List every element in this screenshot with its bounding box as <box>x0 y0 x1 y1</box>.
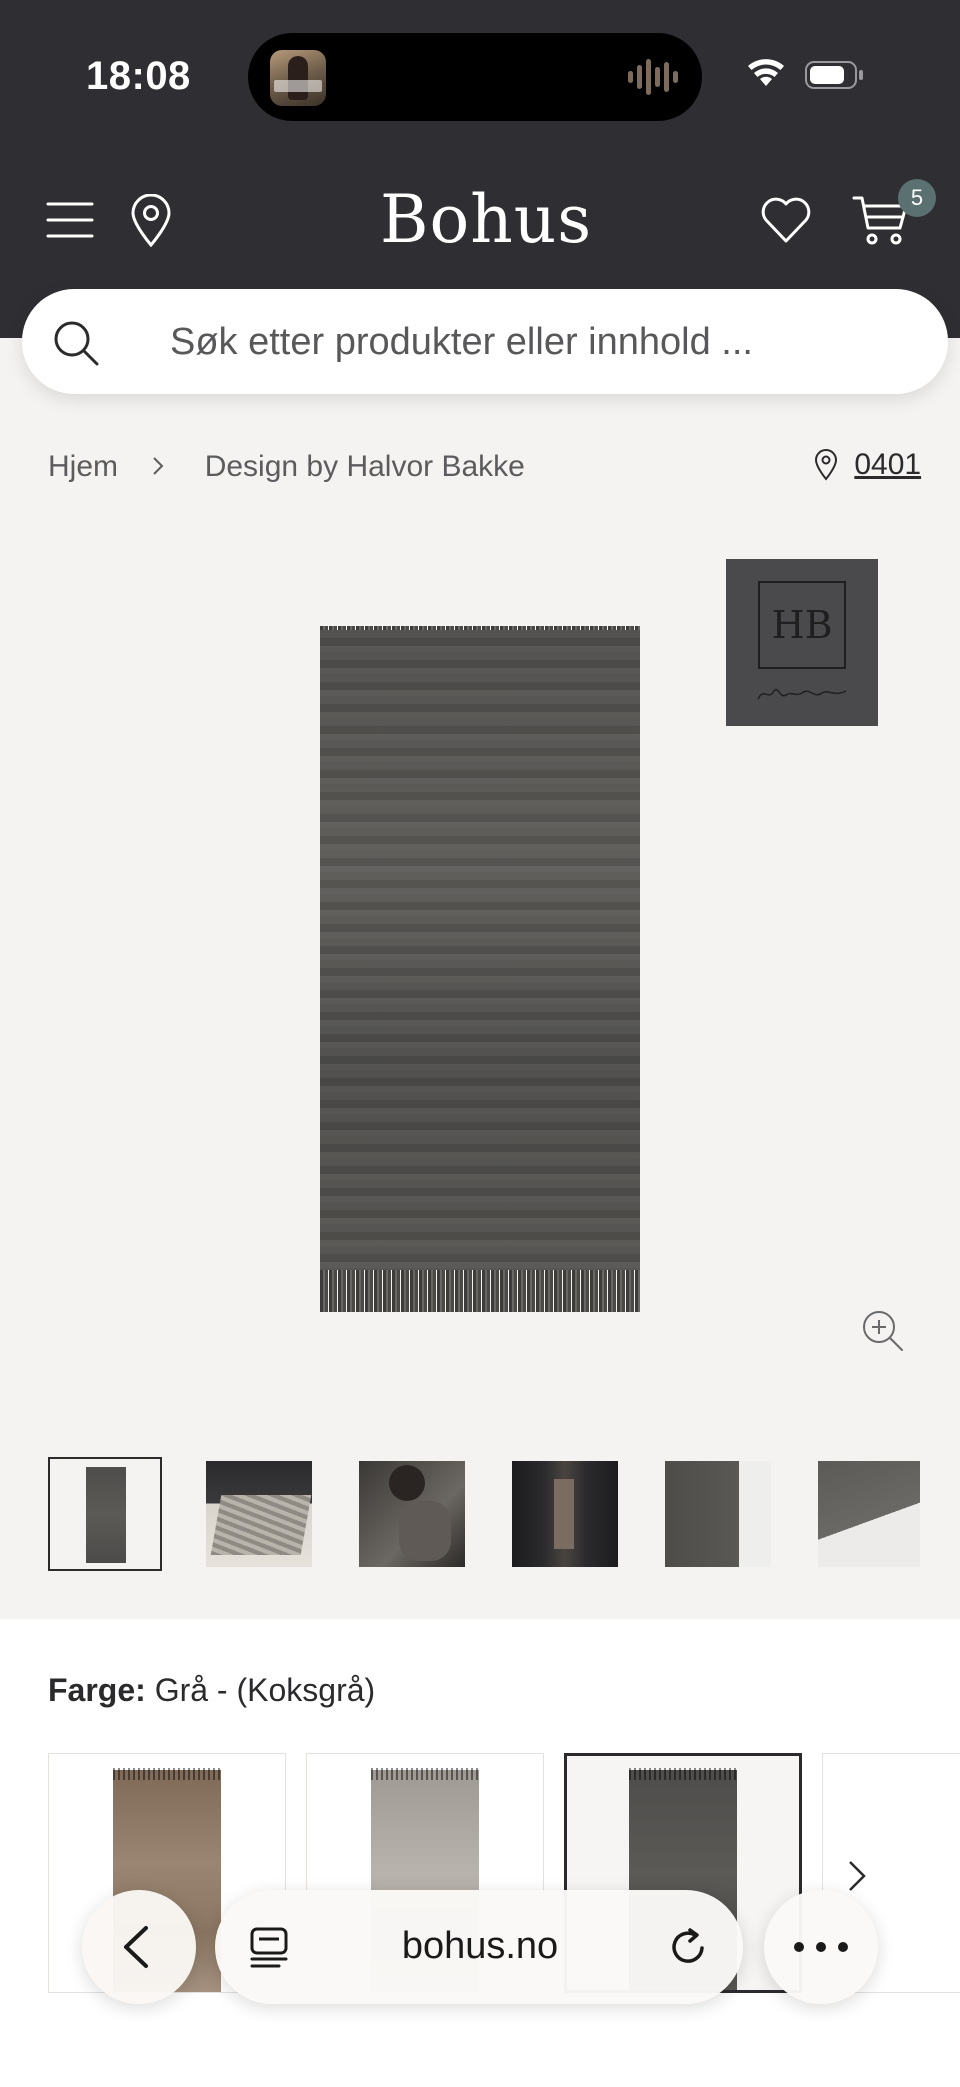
thumbnail-dark-corridor[interactable] <box>508 1457 622 1571</box>
tabs-icon[interactable] <box>249 1925 289 1969</box>
location-pin-icon <box>814 449 838 481</box>
designer-monogram: HB <box>758 581 846 669</box>
heart-icon[interactable] <box>760 196 812 244</box>
breadcrumb: Hjem Design by Halvor Bakke <box>48 446 525 486</box>
status-time: 18:08 <box>86 54 191 98</box>
breadcrumb-home[interactable]: Hjem <box>48 447 118 487</box>
search-bar[interactable]: Søk etter produkter eller innhold ... <box>22 289 948 394</box>
menu-icon[interactable] <box>46 200 94 240</box>
product-image[interactable] <box>320 630 640 1312</box>
color-value: Grå - (Koksgrå) <box>154 1672 376 1708</box>
now-playing-artwork <box>270 50 326 106</box>
more-icon <box>794 1942 848 1952</box>
thumbnail-strip <box>48 1457 948 1571</box>
browser-back-button[interactable] <box>82 1890 196 2004</box>
designer-signature <box>757 688 847 700</box>
thumbnail-rug-in-hall[interactable] <box>202 1457 316 1571</box>
browser-more-button[interactable] <box>764 1890 878 2004</box>
battery-icon <box>805 61 863 89</box>
color-label-title: Farge: <box>48 1672 146 1708</box>
search-input[interactable]: Søk etter produkter eller innhold ... <box>170 319 753 365</box>
thumbnail-rug-front[interactable] <box>48 1457 162 1571</box>
audio-wave-icon <box>628 59 678 95</box>
browser-address-bar[interactable]: bohus.no <box>215 1890 743 2004</box>
location-icon[interactable] <box>130 194 172 248</box>
thumbnail-rug-edge-detail[interactable] <box>814 1457 924 1571</box>
search-icon <box>54 321 99 366</box>
thumbnail-person-with-rug[interactable] <box>355 1457 469 1571</box>
wifi-icon <box>748 59 784 86</box>
store-code[interactable]: 0401 <box>854 448 921 481</box>
cart-count-badge: 5 <box>898 179 936 217</box>
brand-logo[interactable]: Bohus <box>380 182 591 258</box>
zoom-in-icon[interactable] <box>861 1309 905 1353</box>
store-selector[interactable]: 0401 <box>814 444 921 484</box>
color-label: Farge: Grå - (Koksgrå) <box>48 1668 375 1712</box>
browser-url[interactable]: bohus.no <box>365 1922 595 1970</box>
rug-fringe-bottom <box>320 1270 640 1312</box>
chevron-right-icon[interactable] <box>844 1858 868 1894</box>
status-icons <box>748 59 863 89</box>
chevron-right-icon <box>152 447 164 487</box>
reload-icon[interactable] <box>669 1926 709 1968</box>
thumbnail-rug-corner-detail[interactable] <box>661 1457 775 1571</box>
chevron-left-icon <box>124 1926 148 1968</box>
breadcrumb-designer[interactable]: Design by Halvor Bakke <box>205 447 525 487</box>
dynamic-island[interactable] <box>248 33 702 121</box>
designer-logo: HB <box>726 559 878 726</box>
